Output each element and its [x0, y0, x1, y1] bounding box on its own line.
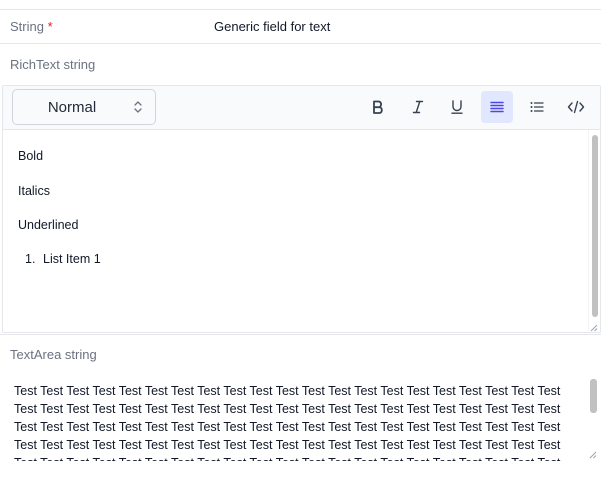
textarea-field-label: TextArea string	[10, 347, 97, 362]
editor-content[interactable]: Bold Italics Underlined 1. List Item 1	[3, 130, 588, 332]
textarea-value: Test Test Test Test Test Test Test Test …	[14, 384, 561, 461]
bold-button[interactable]	[362, 91, 394, 123]
content-form: String * Generic field for text RichText…	[0, 0, 611, 497]
ordered-list-item: 1. List Item 1	[25, 252, 101, 266]
string-field-label: String *	[10, 19, 53, 34]
content-paragraph: Italics	[18, 184, 50, 198]
richtext-field-label: RichText string	[10, 57, 96, 72]
bullet-list-icon	[530, 102, 544, 112]
align-justify-button[interactable]	[481, 91, 513, 123]
heading-select[interactable]: Normal	[12, 89, 156, 125]
editor-scrollbar[interactable]	[588, 130, 600, 332]
scrollbar-thumb[interactable]	[590, 379, 597, 413]
italic-button[interactable]	[402, 91, 434, 123]
code-icon	[567, 100, 585, 114]
content-paragraph: Underlined	[18, 218, 79, 232]
bold-icon	[373, 100, 383, 114]
italic-icon	[412, 100, 424, 114]
textarea-input[interactable]: Test Test Test Test Test Test Test Test …	[2, 377, 601, 461]
textarea-scrollbar[interactable]	[587, 377, 599, 461]
resize-handle-icon[interactable]	[588, 450, 597, 459]
list-item-text: List Item 1	[43, 252, 101, 266]
resize-handle-icon[interactable]	[589, 323, 598, 332]
align-justify-icon	[490, 101, 504, 113]
editor-toolbar: Normal	[3, 86, 600, 130]
string-field-value[interactable]: Generic field for text	[214, 19, 330, 34]
bullet-list-button[interactable]	[521, 91, 553, 123]
scrollbar-thumb[interactable]	[592, 135, 598, 317]
underline-button[interactable]	[441, 91, 473, 123]
chevron-up-down-icon	[134, 101, 142, 113]
underline-icon	[451, 100, 463, 114]
list-number: 1.	[25, 252, 36, 266]
required-mark: *	[47, 19, 53, 34]
string-field-row: String * Generic field for text	[0, 10, 601, 44]
richtext-editor: Normal Bold Italics Underlined 1. List I…	[2, 85, 601, 333]
code-button[interactable]	[560, 91, 592, 123]
content-paragraph: Bold	[18, 149, 44, 163]
divider	[0, 334, 601, 335]
heading-select-value: Normal	[47, 99, 97, 116]
